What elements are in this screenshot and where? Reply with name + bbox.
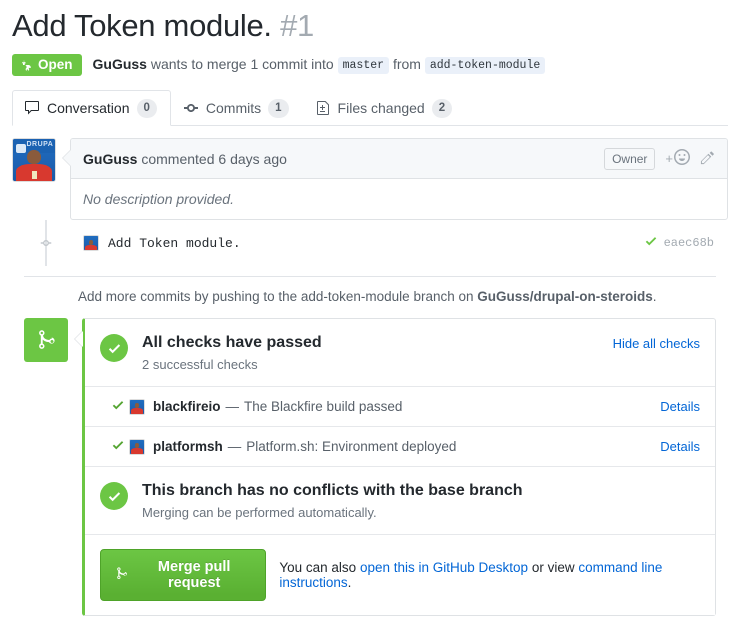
check-separator: — xyxy=(225,399,240,415)
tab-files-changed[interactable]: Files changed 2 xyxy=(303,90,467,126)
comment-body: No description provided. xyxy=(83,191,234,208)
check-avatar xyxy=(129,438,145,455)
git-commit-dot-icon xyxy=(40,237,52,249)
push-hint-middle: branch on xyxy=(413,289,474,305)
tab-conversation[interactable]: Conversation 0 xyxy=(12,90,171,127)
check-row: platformsh — Platform.sh: Environment de… xyxy=(85,427,715,468)
comment-header-actions: Owner + xyxy=(604,147,715,171)
merge-status-box: All checks have passed 2 successful chec… xyxy=(74,318,716,617)
push-hint-suffix: . xyxy=(652,289,657,305)
comment-discussion-icon xyxy=(24,100,40,116)
commit-group: Add Token module. eaec68b xyxy=(24,220,716,267)
checks-success-circle-icon xyxy=(100,334,128,363)
check-success-icon xyxy=(111,438,129,455)
conflict-success-circle-icon xyxy=(100,482,128,511)
comment-author[interactable]: GuGuss xyxy=(83,151,137,167)
commit-row: Add Token module. eaec68b xyxy=(83,234,716,252)
smiley-icon xyxy=(674,149,690,168)
commit-sha[interactable]: eaec68b xyxy=(664,236,714,250)
check-success-icon xyxy=(111,398,129,415)
check-description: The Blackfire build passed xyxy=(244,399,403,415)
conflict-status-text: This branch has no conflicts with the ba… xyxy=(142,481,700,520)
check-success-icon xyxy=(644,234,658,252)
check-name[interactable]: blackfireio xyxy=(153,399,221,414)
tab-files-changed-count: 2 xyxy=(431,99,453,118)
git-merge-icon xyxy=(114,566,129,585)
check-details-link[interactable]: Details xyxy=(660,399,700,414)
tab-files-changed-label: Files changed xyxy=(337,100,425,117)
status-badge-label: Open xyxy=(38,56,73,72)
page-title: Add Token module. #1 xyxy=(12,8,728,44)
pr-author[interactable]: GuGuss xyxy=(93,56,147,72)
conflict-subtext: Merging can be performed automatically. xyxy=(142,505,377,521)
diff-file-icon xyxy=(315,100,331,116)
comment-block: DRUPA GuGuss commented 6 days ago Owner … xyxy=(12,138,728,221)
tab-conversation-label: Conversation xyxy=(47,100,130,117)
comment-header: GuGuss commented 6 days ago Owner + xyxy=(71,139,727,180)
timeline: DRUPA GuGuss commented 6 days ago Owner … xyxy=(0,126,740,617)
pr-meta-text: GuGuss wants to merge 1 commit into mast… xyxy=(93,56,546,75)
check-row: blackfireio — The Blackfire build passed… xyxy=(85,387,715,428)
comment-timestamp: 6 days ago xyxy=(218,150,287,167)
check-details-link[interactable]: Details xyxy=(660,439,700,454)
push-hint-repo: GuGuss/drupal-on-steroids xyxy=(477,289,653,305)
conflict-status: This branch has no conflicts with the ba… xyxy=(85,467,715,536)
open-in-github-desktop-link[interactable]: open this in GitHub Desktop xyxy=(360,560,528,575)
push-hint-branch: add-token-module xyxy=(300,289,410,305)
merge-footer-note: You can also open this in GitHub Desktop… xyxy=(279,560,700,590)
checks-heading: All checks have passed xyxy=(142,334,322,352)
git-commit-icon xyxy=(183,100,199,116)
add-reaction-button[interactable]: + xyxy=(665,149,690,168)
pr-title-text: Add Token module. xyxy=(12,8,272,43)
tab-commits-count: 1 xyxy=(268,99,289,118)
commit-message[interactable]: Add Token module. xyxy=(108,236,241,251)
merge-pull-request-button[interactable]: Merge pull request xyxy=(100,549,267,602)
comment-bubble: GuGuss commented 6 days ago Owner + No d… xyxy=(62,138,728,221)
merge-footer: Merge pull request You can also open thi… xyxy=(85,535,715,616)
push-hint-prefix: Add more commits by pushing to the xyxy=(78,289,298,305)
commit-sha-group: eaec68b xyxy=(644,234,716,252)
merge-pull-request-label: Merge pull request xyxy=(157,559,231,592)
head-branch-chip[interactable]: add-token-module xyxy=(424,57,546,75)
owner-badge: Owner xyxy=(604,147,656,171)
tab-conversation-count: 0 xyxy=(136,99,157,118)
git-pull-request-icon xyxy=(20,58,33,72)
base-branch-chip[interactable]: master xyxy=(337,57,390,75)
footer-suffix: . xyxy=(347,575,352,591)
pr-header: Add Token module. #1 xyxy=(0,0,740,44)
avatar[interactable]: DRUPA xyxy=(12,138,56,183)
pr-meta-prefix: wants to merge 1 commit into xyxy=(150,56,334,73)
tab-commits-label: Commits xyxy=(205,100,262,117)
comment-action: commented xyxy=(141,150,215,167)
conflict-heading: This branch has no conflicts with the ba… xyxy=(142,482,523,500)
tabnav: Conversation 0 Commits 1 Files changed 2 xyxy=(12,90,728,127)
push-hint: Add more commits by pushing to the add-t… xyxy=(24,289,716,304)
checks-summary: All checks have passed 2 successful chec… xyxy=(85,319,715,388)
pull-request-page: Add Token module. #1 Open GuGuss wants t… xyxy=(0,0,740,637)
status-badge: Open xyxy=(12,53,82,77)
checks-subtext: 2 successful checks xyxy=(142,357,258,373)
push-hint-wrap: Add more commits by pushing to the add-t… xyxy=(24,276,716,304)
check-description: Platform.sh: Environment deployed xyxy=(246,439,457,455)
check-avatar xyxy=(129,398,145,415)
footer-middle: or view xyxy=(531,560,575,576)
commit-author-avatar[interactable] xyxy=(83,235,99,252)
merge-status-row: All checks have passed 2 successful chec… xyxy=(24,318,716,617)
footer-prefix: You can also xyxy=(279,560,357,576)
edit-comment-icon[interactable] xyxy=(700,150,715,168)
check-separator: — xyxy=(227,439,242,455)
checks-summary-text: All checks have passed 2 successful chec… xyxy=(142,333,613,372)
tab-commits[interactable]: Commits 1 xyxy=(171,90,303,126)
checks-list: blackfireio — The Blackfire build passed… xyxy=(85,387,715,468)
git-merge-badge-icon xyxy=(24,318,68,363)
check-name[interactable]: platformsh xyxy=(153,439,223,454)
hide-all-checks-link[interactable]: Hide all checks xyxy=(613,333,700,351)
pr-meta-from: from xyxy=(392,56,421,73)
add-reaction-plus: + xyxy=(665,151,673,167)
pr-meta: Open GuGuss wants to merge 1 commit into… xyxy=(0,44,740,77)
pr-number: #1 xyxy=(280,8,314,43)
